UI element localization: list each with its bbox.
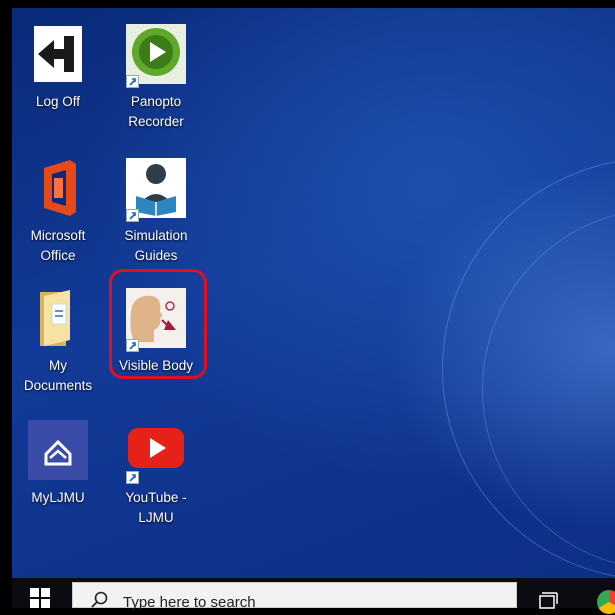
folder-icon: [26, 286, 90, 350]
panopto-icon: [124, 22, 188, 88]
taskbar-search-box[interactable]: Type here to search: [72, 582, 517, 611]
desktop-icon-label: Microsoft Office: [30, 228, 86, 263]
desktop-icon-label: My Documents: [23, 358, 93, 393]
desktop-icon-panopto-recorder[interactable]: Panopto Recorder: [110, 22, 202, 132]
chrome-icon[interactable]: [597, 590, 615, 614]
desktop: Log Off Panopto Recorder Microsoft Offic…: [12, 8, 615, 578]
desktop-icon-label: Simulation Guides: [124, 228, 188, 263]
simulation-guides-icon: [124, 156, 188, 222]
log-off-icon: [26, 22, 90, 86]
myljmu-icon: [26, 418, 90, 482]
shortcut-arrow-icon: [126, 209, 139, 222]
search-placeholder: Type here to search: [123, 594, 256, 611]
desktop-icon-label: Log Off: [35, 94, 81, 109]
desktop-icon-youtube-ljmu[interactable]: YouTube - LJMU: [110, 418, 202, 528]
taskbar: Type here to search: [12, 578, 615, 614]
desktop-icon-log-off[interactable]: Log Off: [12, 22, 104, 112]
desktop-icon-label: Panopto Recorder: [128, 94, 184, 129]
desktop-icon-label: MyLJMU: [31, 490, 85, 505]
desktop-icon-my-documents[interactable]: My Documents: [12, 286, 104, 396]
desktop-icon-microsoft-office[interactable]: Microsoft Office: [12, 156, 104, 266]
search-icon: [91, 591, 108, 608]
desktop-icon-myljmu[interactable]: MyLJMU: [12, 418, 104, 508]
task-view-icon[interactable]: [537, 592, 559, 610]
shortcut-arrow-icon: [126, 75, 139, 88]
highlight-box: [109, 269, 207, 379]
shortcut-arrow-icon: [126, 471, 139, 484]
office-icon: [26, 156, 90, 220]
windows-start-icon[interactable]: [30, 588, 50, 608]
desktop-icon-label: YouTube - LJMU: [125, 490, 187, 525]
desktop-icon-simulation-guides[interactable]: Simulation Guides: [110, 156, 202, 266]
youtube-icon: [124, 418, 188, 484]
